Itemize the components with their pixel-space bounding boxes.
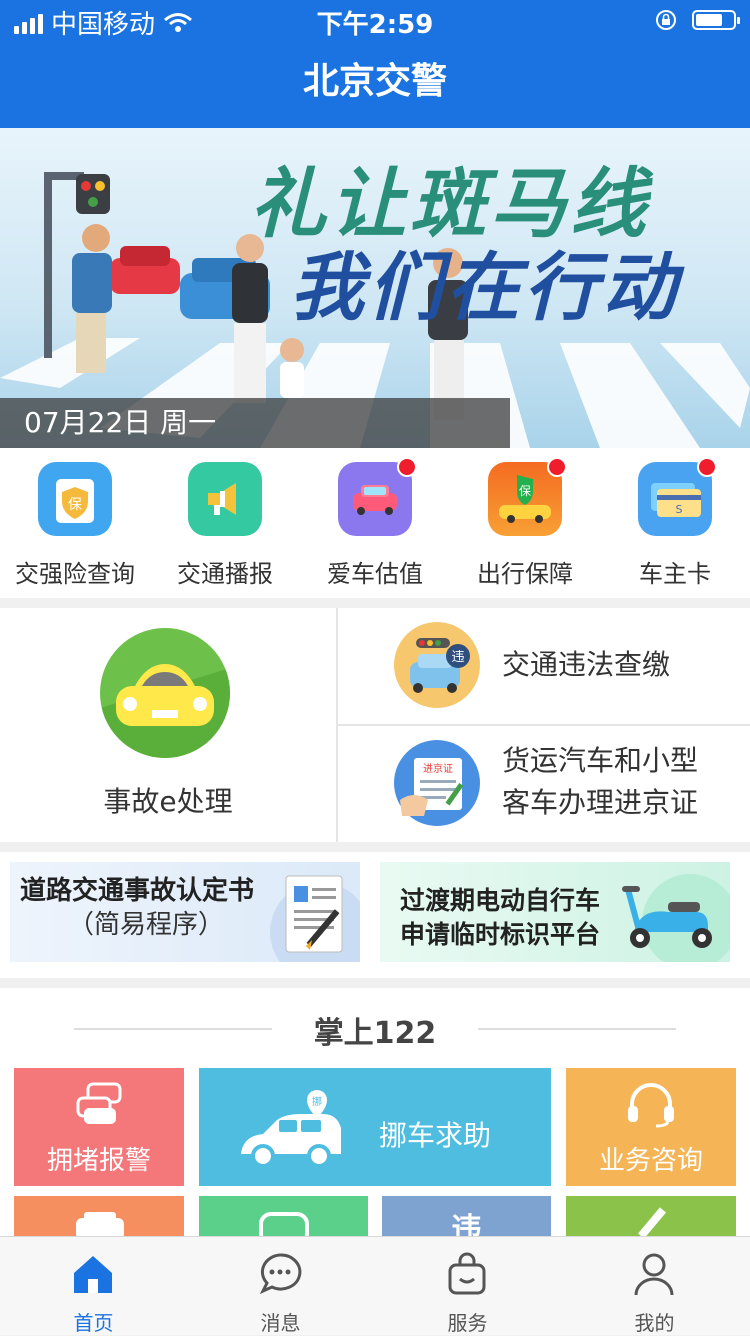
notification-badge	[547, 457, 567, 477]
headset-icon	[628, 1083, 674, 1128]
banner-slogan-line2: 我们在行动	[290, 245, 680, 331]
move-car-badge: 挪	[312, 1095, 322, 1108]
accident-handling-card[interactable]: 事故e处理	[0, 608, 336, 842]
edit-pen-icon	[638, 1207, 666, 1236]
svg-text:保: 保	[519, 484, 531, 498]
quick-services: 保 交强险查询 交通播报 爱车估值 保 出行保障 S 车主卡	[0, 448, 750, 598]
megaphone-icon	[188, 462, 262, 536]
beijing-permit-label: 货运汽车和小型 客车办理进京证	[502, 740, 698, 824]
beijing-permit-card[interactable]: 进京证 货运汽车和小型 客车办理进京证	[338, 726, 750, 842]
promo-right-line2: 申请临时标识平台	[400, 920, 601, 949]
service-tile-row2-1[interactable]	[14, 1196, 184, 1238]
profile-icon	[634, 1253, 674, 1296]
svg-text:进京证: 进京证	[423, 762, 453, 775]
rotation-lock-icon	[656, 10, 676, 30]
violation-payment-label: 交通违法查缴	[502, 648, 671, 681]
quick-item-valuation[interactable]: 爱车估值	[300, 457, 450, 589]
tab-messages[interactable]: 消息	[187, 1237, 374, 1335]
svg-text:S: S	[676, 503, 683, 516]
svg-text:保: 保	[68, 497, 82, 513]
permit-document-icon: 进京证	[394, 740, 480, 826]
car-accident-icon	[100, 628, 230, 758]
quick-item-owner-card[interactable]: S 车主卡	[600, 457, 750, 589]
promo-banner[interactable]: 礼让斑马线 我们在行动 07月22日 周一	[0, 128, 750, 448]
ebike-registration-promo[interactable]: 过渡期电动自行车 申请临时标识平台	[380, 862, 730, 962]
business-consult-label: 业务咨询	[598, 1146, 703, 1176]
status-right	[654, 8, 740, 32]
promo-left-line2: （简易程序）	[68, 910, 225, 940]
tab-services[interactable]: 服务	[374, 1237, 561, 1335]
congestion-report-label: 拥堵报警	[46, 1146, 151, 1176]
service-icon	[259, 1212, 309, 1238]
page-title: 北京交警	[302, 61, 447, 102]
service-tile-row2-2[interactable]	[199, 1196, 368, 1238]
quick-item-label: 出行保障	[477, 560, 573, 588]
bottom-tab-bar: 首页 消息 服务 我的	[0, 1236, 750, 1335]
beijing-permit-line1: 货运汽车和小型	[502, 744, 699, 777]
violation-payment-card[interactable]: 违 交通违法查缴	[338, 608, 750, 724]
congestion-report-tile[interactable]: 拥堵报警	[14, 1068, 184, 1186]
scooter-icon	[622, 874, 730, 962]
battery-icon	[692, 10, 740, 30]
service-tile-row2-4[interactable]	[566, 1196, 736, 1238]
palm-122-section: 掌上122 拥堵报警 挪 挪车求助 业务咨询 违	[0, 988, 750, 1238]
quick-item-label: 爱车估值	[327, 560, 423, 588]
tab-label: 我的	[634, 1311, 675, 1335]
quick-item-insurance[interactable]: 保 交强险查询	[0, 462, 150, 589]
move-car-help-label: 挪车求助	[379, 1119, 492, 1152]
svg-text:违: 违	[451, 650, 464, 665]
quick-item-protection[interactable]: 保 出行保障	[450, 457, 600, 589]
status-time: 下午2:59	[316, 10, 434, 40]
tab-profile[interactable]: 我的	[561, 1237, 748, 1335]
main-services: 事故e处理 违 交通违法查缴 进京证 货运汽车和小型 客车办理进京证	[0, 608, 750, 842]
tab-label: 首页	[73, 1311, 114, 1335]
traffic-jam-icon	[76, 1082, 122, 1124]
car-icon	[76, 1212, 124, 1238]
quick-item-label: 车主卡	[639, 560, 711, 588]
quick-item-label: 交通播报	[177, 560, 273, 588]
accident-certificate-promo[interactable]: 道路交通事故认定书 （简易程序）	[10, 862, 360, 962]
notification-badge	[697, 457, 717, 477]
nav-bar: 北京交警	[0, 40, 750, 128]
travel-protection-icon: 保	[488, 457, 567, 536]
tab-label: 消息	[260, 1311, 301, 1335]
violation-car-icon: 违	[394, 622, 480, 708]
promo-cards: 道路交通事故认定书 （简易程序） 过渡期电动自行车 申请临时标识平台	[0, 852, 750, 978]
car-valuation-icon	[338, 457, 417, 536]
insurance-icon: 保	[38, 462, 112, 536]
promo-right-line1: 过渡期电动自行车	[400, 886, 601, 915]
banner-date: 07月22日 周一	[0, 398, 510, 448]
move-car-icon: 挪	[241, 1090, 341, 1168]
beijing-permit-line2: 客车办理进京证	[502, 786, 699, 819]
business-consult-tile[interactable]: 业务咨询	[566, 1068, 736, 1186]
notification-badge	[397, 457, 417, 477]
tab-home[interactable]: 首页	[0, 1237, 187, 1335]
accident-handling-label: 事故e处理	[103, 785, 233, 818]
quick-item-broadcast[interactable]: 交通播报	[150, 462, 300, 589]
tab-label: 服务	[447, 1311, 488, 1335]
home-icon	[74, 1256, 112, 1293]
card-icon: S	[638, 457, 717, 536]
message-icon	[259, 1253, 302, 1295]
shopping-bag-icon	[448, 1252, 486, 1295]
document-pen-icon	[270, 875, 360, 962]
section-title: 掌上122	[313, 1016, 437, 1051]
service-tile-row2-3[interactable]: 违	[382, 1196, 551, 1238]
quick-item-label: 交强险查询	[15, 560, 135, 588]
move-car-help-tile[interactable]: 挪 挪车求助	[199, 1068, 551, 1186]
violation-icon: 违	[451, 1212, 482, 1238]
status-bar: 中国移动 下午2:59	[0, 0, 750, 40]
promo-left-line1: 道路交通事故认定书	[20, 876, 255, 906]
